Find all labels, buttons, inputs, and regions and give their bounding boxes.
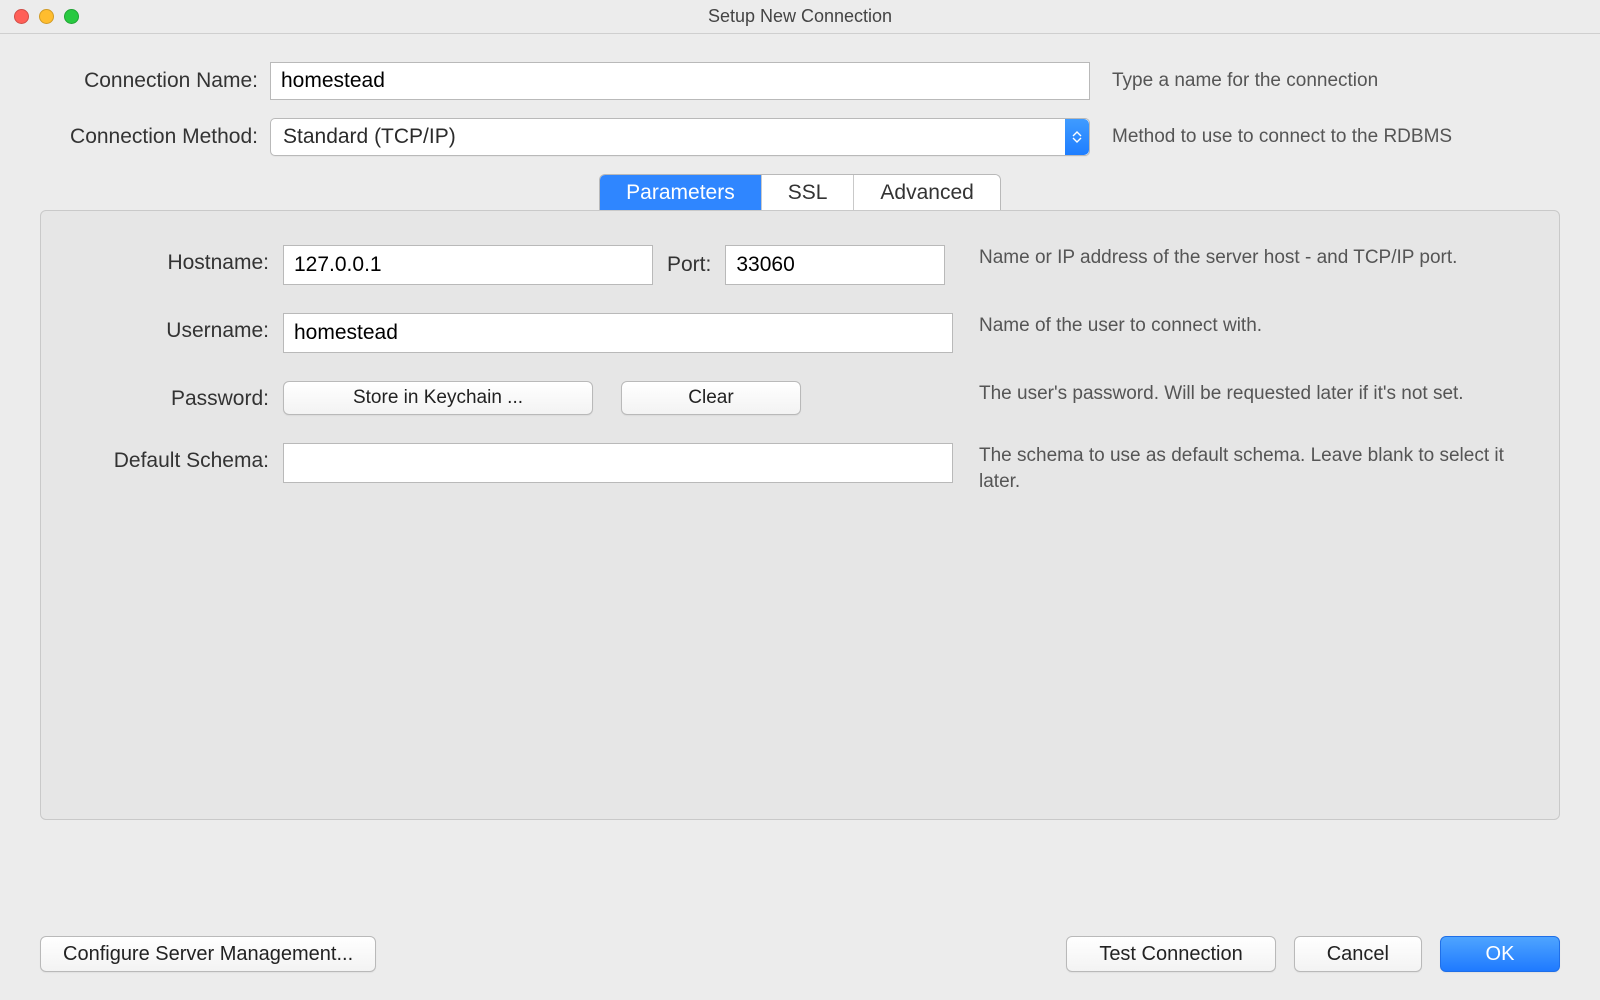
connection-name-hint: Type a name for the connection xyxy=(1090,70,1560,92)
default-schema-row: Default Schema: The schema to use as def… xyxy=(63,443,1537,494)
clear-password-button[interactable]: Clear xyxy=(621,381,801,415)
configure-server-management-button[interactable]: Configure Server Management... xyxy=(40,936,376,972)
window-title: Setup New Connection xyxy=(0,6,1600,27)
default-schema-label: Default Schema: xyxy=(63,443,283,473)
footer-buttons: Configure Server Management... Test Conn… xyxy=(0,936,1600,972)
port-input[interactable] xyxy=(725,245,945,285)
content-area: Connection Name: Type a name for the con… xyxy=(0,34,1600,821)
connection-method-hint: Method to use to connect to the RDBMS xyxy=(1090,126,1560,148)
password-hint: The user's password. Will be requested l… xyxy=(953,381,1537,407)
password-row: Password: Store in Keychain ... Clear Th… xyxy=(63,381,1537,415)
connection-name-input[interactable] xyxy=(270,62,1090,100)
tab-advanced[interactable]: Advanced xyxy=(854,175,999,211)
tab-ssl[interactable]: SSL xyxy=(762,175,855,211)
password-label: Password: xyxy=(63,381,283,411)
username-row: Username: Name of the user to connect wi… xyxy=(63,313,1537,353)
tab-segment: Parameters SSL Advanced xyxy=(599,174,1001,211)
connection-method-label: Connection Method: xyxy=(40,125,270,149)
default-schema-input[interactable] xyxy=(283,443,953,483)
connection-method-row: Connection Method: Standard (TCP/IP) Met… xyxy=(40,118,1560,156)
username-label: Username: xyxy=(63,313,283,343)
username-input[interactable] xyxy=(283,313,953,353)
cancel-button[interactable]: Cancel xyxy=(1294,936,1422,972)
titlebar: Setup New Connection xyxy=(0,0,1600,34)
connection-method-value: Standard (TCP/IP) xyxy=(283,125,456,149)
hostname-hint: Name or IP address of the server host - … xyxy=(953,245,1537,271)
select-stepper-icon xyxy=(1065,119,1089,155)
hostname-label: Hostname: xyxy=(63,245,283,275)
connection-method-select[interactable]: Standard (TCP/IP) xyxy=(270,118,1090,156)
username-hint: Name of the user to connect with. xyxy=(953,313,1537,339)
port-label: Port: xyxy=(667,253,711,277)
connection-name-label: Connection Name: xyxy=(40,69,270,93)
test-connection-button[interactable]: Test Connection xyxy=(1066,936,1275,972)
ok-button[interactable]: OK xyxy=(1440,936,1560,972)
tab-parameters[interactable]: Parameters xyxy=(600,175,762,211)
hostname-row: Hostname: Port: Name or IP address of th… xyxy=(63,245,1537,285)
hostname-input[interactable] xyxy=(283,245,653,285)
tab-bar: Parameters SSL Advanced xyxy=(40,174,1560,211)
connection-name-row: Connection Name: Type a name for the con… xyxy=(40,62,1560,100)
default-schema-hint: The schema to use as default schema. Lea… xyxy=(953,443,1537,494)
store-keychain-button[interactable]: Store in Keychain ... xyxy=(283,381,593,415)
parameters-panel: Hostname: Port: Name or IP address of th… xyxy=(40,210,1560,820)
